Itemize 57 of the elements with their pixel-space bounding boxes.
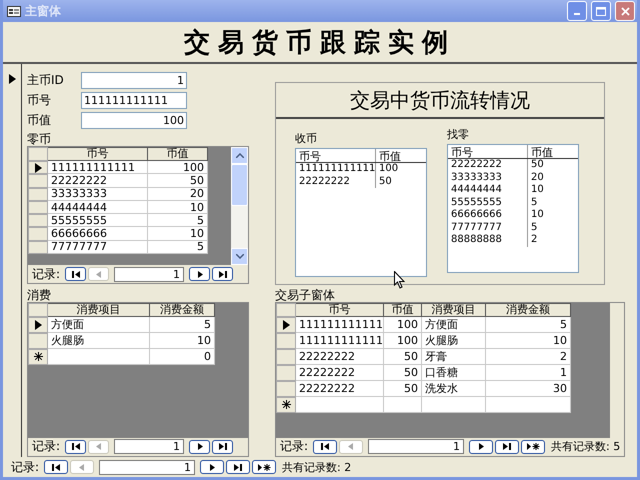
column-header[interactable]: 消费项目 (422, 302, 486, 316)
list-label: 找零 (447, 127, 470, 142)
record-count: 共有记录数: 2 (282, 460, 352, 474)
record-label: 记录: (32, 266, 60, 282)
list-cell: 5 (531, 222, 538, 232)
list-cell: 22222222 (451, 159, 502, 170)
field-label: 币号 (27, 92, 52, 108)
list-cell: 111111111111 (299, 163, 376, 174)
list-label: 收币 (295, 131, 318, 146)
list-cell: 50 (531, 159, 544, 170)
field-label: 币值 (27, 112, 52, 128)
record-number-field[interactable]: 1 (99, 460, 196, 474)
list-cell: 77777777 (451, 222, 502, 232)
input-field[interactable]: 1 (81, 72, 187, 88)
list-cell: 10 (531, 184, 544, 195)
panel-title: 交易中货币流转情况 (276, 83, 604, 119)
record-count: 共有记录数: 5 (551, 439, 620, 454)
input-field[interactable]: 100 (81, 112, 187, 128)
column-header[interactable]: 币号 (48, 147, 148, 161)
subform-label: 交易子窗体 (275, 288, 336, 302)
record-number-field[interactable]: 1 (368, 439, 464, 454)
list-cell: 88888888 (451, 234, 502, 245)
list-cell: 33333333 (451, 172, 502, 182)
column-header[interactable]: 币号 (296, 302, 384, 316)
list-cell: 5 (531, 196, 538, 208)
list-box[interactable]: 币号 币值 111111111111 100 22222222 50 (295, 148, 427, 277)
table-cell: 77777777 (48, 240, 148, 254)
field-label: 主币ID (27, 72, 65, 88)
column-header: 币值 (378, 149, 401, 162)
list-cell: 66666666 (451, 209, 502, 220)
subform-label: 零币 (27, 132, 52, 146)
column-header: 币值 (530, 145, 553, 158)
list-cell: 100 (379, 163, 398, 174)
record-number-field[interactable]: 1 (114, 439, 184, 454)
list-cell: 10 (531, 209, 544, 220)
column-header[interactable]: 消费项目 (48, 302, 150, 316)
list-cell: 2 (531, 234, 538, 245)
list-cell: 20 (531, 172, 544, 182)
input-field[interactable]: 111111111111 (81, 92, 187, 108)
column-header[interactable]: 消费金额 (150, 302, 215, 316)
record-label: 记录: (280, 438, 308, 455)
list-cell: 50 (379, 176, 392, 186)
record-label: 记录: (11, 458, 40, 476)
list-cell: 44444444 (451, 184, 502, 195)
subform-label: 消费 (27, 288, 52, 302)
list-box[interactable]: 币号 币值 22222222 50 33333333 20 44444444 10 55555555 5 66666666 10 77777777 5 88888888 2 (447, 144, 579, 273)
table-cell: 5 (148, 240, 208, 254)
window-title: 主窗体 (25, 2, 61, 20)
form-heading: 交易货币跟踪实例 (184, 26, 456, 60)
column-header[interactable]: 消费金额 (486, 302, 571, 316)
list-cell: 55555555 (451, 196, 502, 208)
record-label: 记录: (32, 438, 60, 455)
record-number-field[interactable]: 1 (114, 266, 184, 282)
column-header: 币号 (296, 149, 376, 162)
list-cell: 22222222 (299, 176, 350, 186)
table-cell: 0 (150, 348, 215, 364)
column-header: 币号 (448, 145, 528, 158)
